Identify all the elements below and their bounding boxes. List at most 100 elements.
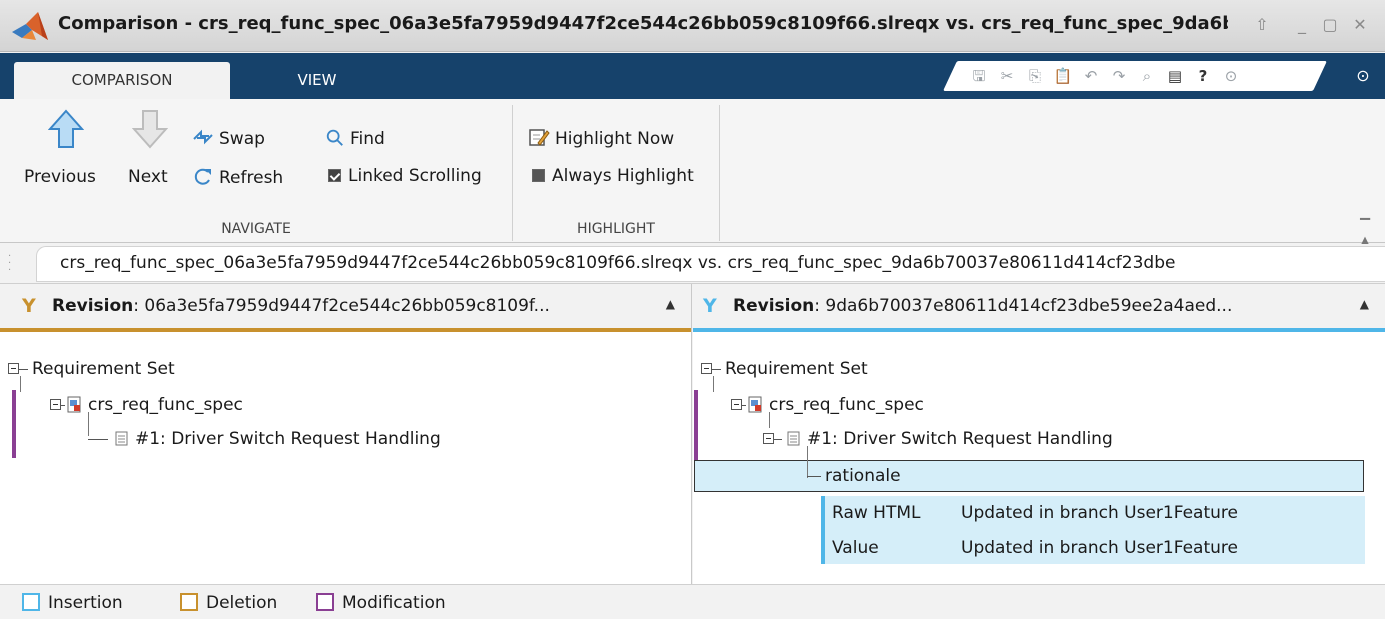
navigate-group-label: NAVIGATE bbox=[221, 221, 291, 237]
swap-button[interactable]: Swap bbox=[192, 127, 265, 149]
left-revision-header[interactable]: Y Revision: 06a3e5fa7959d9447f2ce544c26b… bbox=[0, 284, 691, 332]
sort-up-icon[interactable]: ▲ bbox=[1360, 297, 1369, 311]
requirement-set-icon bbox=[67, 396, 81, 413]
linked-scrolling-checkbox[interactable]: Linked Scrolling bbox=[328, 166, 482, 186]
up-arrow-icon bbox=[48, 109, 84, 148]
collapse-icon[interactable] bbox=[701, 363, 712, 374]
property-value: Updated in branch User1Feature bbox=[961, 538, 1238, 558]
legend-modification: Modification bbox=[316, 592, 446, 614]
tree-node-label: crs_req_func_spec bbox=[88, 395, 243, 415]
window-title: Comparison - crs_req_func_spec_06a3e5fa7… bbox=[58, 13, 1228, 34]
right-revision-pane: Y Revision: 9da6b70037e80611d414cf23dbe5… bbox=[693, 284, 1385, 584]
linked-scrolling-label: Linked Scrolling bbox=[348, 166, 482, 186]
right-revision-text: Revision: 9da6b70037e80611d414cf23dbe59e… bbox=[733, 296, 1323, 320]
title-bar: Comparison - crs_req_func_spec_06a3e5fa7… bbox=[0, 0, 1385, 52]
collapse-icon[interactable] bbox=[50, 399, 61, 410]
save-icon[interactable]: 🖫 bbox=[968, 65, 990, 87]
modification-swatch bbox=[316, 593, 334, 611]
path-bar: · · · crs_req_func_spec_06a3e5fa7959d9447f… bbox=[0, 244, 1385, 284]
previous-button[interactable]: Previous bbox=[22, 105, 96, 217]
tree-node-requirement-1[interactable]: #1: Driver Switch Request Handling bbox=[88, 426, 441, 452]
insertion-swatch bbox=[22, 593, 40, 611]
requirement-set-icon bbox=[748, 396, 762, 413]
always-highlight-label: Always Highlight bbox=[552, 166, 694, 186]
legend-label: Deletion bbox=[206, 593, 278, 613]
highlight-now-label: Highlight Now bbox=[555, 129, 675, 149]
previous-label: Previous bbox=[24, 167, 96, 187]
tree-node-label: Requirement Set bbox=[725, 359, 868, 379]
property-name: Raw HTML bbox=[832, 503, 921, 523]
tree-node-requirement-set[interactable]: Requirement Set bbox=[8, 356, 175, 382]
left-revision-pane: Y Revision: 06a3e5fa7959d9447f2ce544c26b… bbox=[0, 284, 692, 584]
right-revision-value: : 9da6b70037e80611d414cf23dbe59ee2a4aed.… bbox=[814, 296, 1233, 316]
tree-node-requirement-1[interactable]: #1: Driver Switch Request Handling bbox=[763, 426, 1113, 452]
copy-icon[interactable]: ⎘ bbox=[1024, 65, 1046, 87]
find-label: Find bbox=[350, 129, 385, 149]
paste-icon[interactable]: 📋 bbox=[1052, 65, 1074, 87]
refresh-button[interactable]: Refresh bbox=[192, 166, 283, 188]
comparison-window: Comparison - crs_req_func_spec_06a3e5fa7… bbox=[0, 0, 1385, 619]
legend-label: Insertion bbox=[48, 593, 123, 613]
tree-node-requirement-set[interactable]: Requirement Set bbox=[701, 356, 868, 382]
requirement-icon bbox=[115, 431, 128, 446]
right-revision-header[interactable]: Y Revision: 9da6b70037e80611d414cf23dbe5… bbox=[693, 284, 1385, 332]
collapse-ribbon-icon[interactable]: ▔ ▲ bbox=[1360, 219, 1376, 249]
close-icon[interactable]: ✕ bbox=[1349, 14, 1371, 36]
highlight-now-button[interactable]: Highlight Now bbox=[528, 127, 674, 149]
collapse-icon[interactable] bbox=[731, 399, 742, 410]
tree-node-label: crs_req_func_spec bbox=[769, 395, 924, 415]
inserted-row-rationale[interactable] bbox=[694, 460, 1364, 492]
modification-marker bbox=[694, 390, 698, 460]
tree-node-crs-req-func-spec[interactable]: crs_req_func_spec bbox=[50, 392, 243, 418]
redo-icon[interactable]: ↷ bbox=[1108, 65, 1130, 87]
tree-node-crs-req-func-spec[interactable]: crs_req_func_spec bbox=[731, 392, 924, 418]
collapse-icon[interactable] bbox=[763, 433, 774, 444]
property-name: Value bbox=[832, 538, 879, 558]
matlab-logo-icon bbox=[12, 12, 48, 40]
tab-comparison[interactable]: COMPARISON bbox=[14, 62, 230, 99]
ribbon: Previous Next Swap Refresh Find Linked S… bbox=[0, 99, 1385, 249]
cut-icon[interactable]: ✂ bbox=[996, 65, 1018, 87]
window-icon[interactable]: ▤ bbox=[1164, 65, 1186, 87]
tree-node-label: #1: Driver Switch Request Handling bbox=[135, 429, 441, 449]
requirement-icon bbox=[787, 431, 800, 446]
ribbon-options-icon[interactable]: ⊙ bbox=[1350, 63, 1376, 89]
property-value: Updated in branch User1Feature bbox=[961, 503, 1238, 523]
tree-node-label: #1: Driver Switch Request Handling bbox=[807, 429, 1113, 449]
tree-node-rationale[interactable]: rationale bbox=[807, 463, 901, 489]
dropdown-icon[interactable]: ⊙ bbox=[1220, 65, 1242, 87]
always-highlight-check-icon[interactable] bbox=[532, 169, 545, 182]
next-button[interactable]: Next bbox=[128, 105, 176, 217]
legend-insertion: Insertion bbox=[22, 592, 123, 614]
dock-icon[interactable]: ⇧ bbox=[1251, 14, 1273, 36]
deletion-swatch bbox=[180, 593, 198, 611]
maximize-icon[interactable]: ▢ bbox=[1319, 14, 1341, 36]
highlight-group-label: HIGHLIGHT bbox=[577, 221, 655, 237]
modification-marker bbox=[12, 390, 16, 458]
legend-label: Modification bbox=[342, 593, 446, 613]
down-arrow-icon bbox=[132, 110, 168, 149]
branch-icon: Y bbox=[703, 295, 717, 317]
find-button[interactable]: Find bbox=[325, 127, 385, 149]
minimize-icon[interactable]: _ bbox=[1291, 14, 1313, 36]
magnifier-icon bbox=[326, 129, 343, 146]
swap-icon bbox=[193, 129, 213, 145]
refresh-label: Refresh bbox=[219, 168, 284, 188]
ribbon-separator bbox=[719, 105, 720, 241]
collapse-icon[interactable] bbox=[8, 363, 19, 374]
undo-icon[interactable]: ↶ bbox=[1080, 65, 1102, 87]
comparison-path: crs_req_func_spec_06a3e5fa7959d9447f2ce5… bbox=[60, 253, 1176, 273]
linked-scrolling-check-icon[interactable] bbox=[328, 169, 341, 182]
help-icon[interactable]: ? bbox=[1192, 65, 1214, 87]
always-highlight-checkbox[interactable]: Always Highlight bbox=[532, 166, 694, 186]
search-icon[interactable]: ⌕ bbox=[1136, 65, 1158, 87]
branch-icon: Y bbox=[22, 295, 36, 317]
left-revision-value: : 06a3e5fa7959d9447f2ce544c26bb059c8109f… bbox=[133, 296, 550, 316]
tab-view[interactable]: VIEW bbox=[262, 62, 372, 99]
tree-node-label: rationale bbox=[825, 466, 901, 486]
left-revision-text: Revision: 06a3e5fa7959d9447f2ce544c26bb0… bbox=[52, 296, 642, 320]
next-label: Next bbox=[128, 167, 168, 187]
tree-node-label: Requirement Set bbox=[32, 359, 175, 379]
highlight-icon bbox=[529, 129, 550, 146]
sort-up-icon[interactable]: ▲ bbox=[666, 297, 675, 311]
